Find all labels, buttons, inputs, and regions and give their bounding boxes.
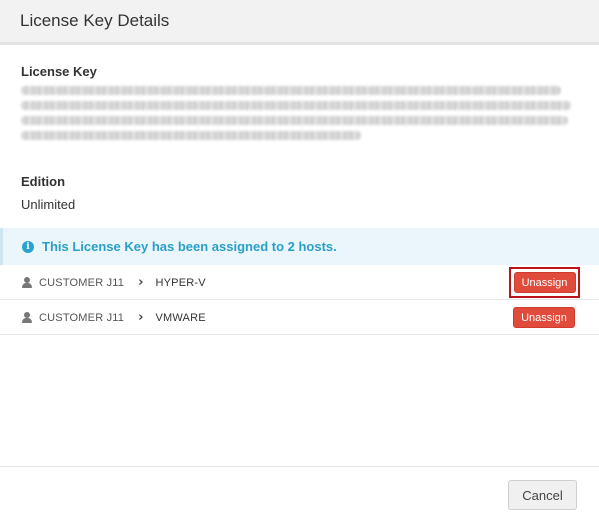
edition-label: Edition	[21, 174, 66, 189]
info-icon: i	[22, 240, 34, 253]
chevron-right-icon: ›	[138, 275, 144, 290]
edition-value: Unlimited	[21, 197, 76, 212]
modal-footer: Cancel	[0, 466, 599, 522]
modal-title: License Key Details	[20, 11, 170, 30]
host-name: HYPER-V	[155, 276, 206, 289]
host-row: CUSTOMER J11 › VMWARE Unassign	[0, 301, 599, 335]
host-row: CUSTOMER J11 › HYPER-V Unassign	[0, 266, 599, 300]
modal-header: License Key Details	[0, 0, 599, 45]
license-key-label: License Key	[21, 64, 97, 79]
chevron-right-icon: ›	[138, 310, 144, 325]
license-key-value-redacted	[21, 86, 576, 156]
cancel-button[interactable]: Cancel	[508, 480, 577, 510]
user-icon	[22, 277, 32, 288]
highlight-frame: Unassign	[509, 267, 580, 298]
customer-name: CUSTOMER J11	[39, 276, 125, 289]
customer-name: CUSTOMER J11	[39, 311, 125, 324]
unassign-button[interactable]: Unassign	[513, 307, 575, 328]
assignment-info-alert: i This License Key has been assigned to …	[0, 228, 599, 265]
user-icon	[22, 312, 32, 323]
license-key-details-modal: License Key Details License Key Edition …	[0, 0, 599, 522]
unassign-button[interactable]: Unassign	[513, 272, 576, 293]
alert-text: This License Key has been assigned to 2 …	[42, 239, 337, 254]
host-name: VMWARE	[155, 311, 206, 324]
